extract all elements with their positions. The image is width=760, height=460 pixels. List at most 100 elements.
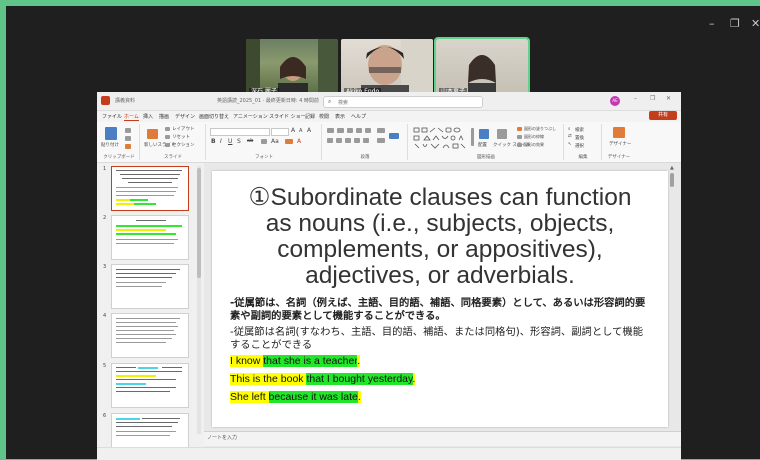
layout-label[interactable]: レイアウト — [172, 126, 195, 132]
tab-insert[interactable]: 挿入 — [143, 113, 153, 120]
font-size-select[interactable] — [271, 128, 289, 136]
reset-label[interactable]: リセット — [172, 134, 190, 140]
participant-tile-2[interactable]: Akiko Endo — [341, 39, 433, 98]
arrange-label[interactable]: 配置 — [478, 142, 487, 148]
font-color-icon[interactable]: A — [297, 138, 301, 145]
thumbnail[interactable] — [111, 363, 189, 408]
shape-effects-label[interactable]: 図形の効果 — [524, 142, 544, 148]
shape-fill-label[interactable]: 図形の塗りつぶし — [524, 126, 556, 132]
editor-scrollbar[interactable]: ▲ — [670, 165, 674, 423]
align-center-icon[interactable] — [336, 138, 342, 143]
tab-animations[interactable]: アニメーション — [233, 113, 268, 120]
char-spacing-icon[interactable] — [261, 139, 267, 144]
shape-fill-icon[interactable] — [517, 127, 522, 131]
thumbnail[interactable] — [111, 264, 189, 309]
example-sentence-2[interactable]: This is the book that I bought yesterday… — [230, 372, 416, 386]
shape-outline-label[interactable]: 図形の枠線 — [524, 134, 544, 140]
example-sentence-3[interactable]: She left because it was late. — [230, 390, 361, 404]
bold-icon[interactable]: B — [211, 138, 216, 145]
line-spacing-icon[interactable] — [365, 128, 371, 133]
smartart-icon[interactable] — [389, 133, 399, 139]
columns-icon[interactable] — [363, 138, 369, 143]
tab-slideshow[interactable]: スライド ショー — [269, 113, 306, 120]
select-label[interactable]: 選択 — [575, 143, 584, 149]
thumbnail[interactable] — [111, 313, 189, 358]
font-name-select[interactable] — [210, 128, 270, 136]
underline-icon[interactable]: U — [228, 138, 232, 145]
shapes-gallery[interactable] — [413, 127, 469, 151]
decrease-indent-icon[interactable] — [347, 128, 353, 133]
align-text-icon[interactable] — [377, 138, 385, 143]
participant-tile-3-active-speaker[interactable]: 山本恵子 — [434, 37, 530, 100]
japanese-translation[interactable]: -従属節は名詞(すなわち、主語、目的語、補語、または同格句)、形容詞、副詞として… — [230, 326, 648, 351]
ppt-maximize-icon[interactable]: ❐ — [650, 95, 655, 102]
format-painter-icon[interactable] — [125, 144, 131, 149]
text-direction-icon[interactable] — [377, 128, 385, 133]
share-button[interactable]: 共有 — [649, 111, 677, 120]
notes-pane[interactable]: ノートを入力 — [204, 431, 681, 446]
italic-icon[interactable]: I — [220, 138, 222, 145]
example-sentence-1[interactable]: I know that she is a teacher. — [230, 354, 361, 368]
cut-icon[interactable] — [125, 128, 131, 133]
replace-icon[interactable]: ⇄ — [568, 134, 572, 139]
quick-styles-icon[interactable] — [497, 129, 507, 139]
paste-label[interactable]: 貼り付け — [101, 142, 119, 148]
justify-icon[interactable] — [354, 138, 360, 143]
arrange-icon[interactable] — [479, 129, 489, 139]
find-icon[interactable]: ⌕ — [568, 126, 571, 132]
change-case-icon[interactable]: Aa — [271, 138, 279, 145]
tab-design[interactable]: デザイン — [175, 113, 195, 120]
current-slide[interactable]: ①Subordinate clauses can function as nou… — [212, 171, 668, 427]
numbering-icon[interactable] — [337, 128, 344, 133]
new-slide-label[interactable]: 新しいスライド — [144, 142, 176, 148]
select-icon[interactable]: ↖ — [568, 142, 572, 147]
maximize-icon[interactable]: ❐ — [730, 18, 740, 30]
participant-tile-1[interactable]: 深石 麗子 — [246, 39, 338, 98]
shapes-scroll[interactable] — [471, 128, 474, 146]
increase-font-icon[interactable]: A — [291, 127, 295, 134]
find-label[interactable]: 検索 — [575, 127, 584, 133]
clear-format-icon[interactable]: A — [307, 127, 311, 134]
avatar[interactable]: AE — [610, 96, 620, 106]
tab-draw[interactable]: 描画 — [159, 113, 169, 120]
ppt-minimize-icon[interactable]: – — [634, 95, 637, 102]
align-right-icon[interactable] — [345, 138, 351, 143]
tab-transitions[interactable]: 画面切り替え — [199, 113, 229, 120]
paste-icon[interactable] — [105, 127, 117, 140]
scrollbar-thumb[interactable] — [197, 168, 201, 278]
scrollbar-thumb[interactable] — [670, 173, 674, 187]
highlight-color-icon[interactable] — [285, 139, 293, 144]
shape-outline-icon[interactable] — [517, 135, 522, 139]
reset-icon[interactable] — [165, 135, 170, 139]
section-label[interactable]: セクション — [172, 142, 195, 148]
tab-file[interactable]: ファイル — [102, 113, 122, 120]
increase-indent-icon[interactable] — [356, 128, 362, 133]
japanese-translation-bold[interactable]: -従属節は、名詞（例えば、主語、目的語、補語、同格要素）として、あるいは形容詞的… — [230, 297, 648, 322]
designer-label[interactable]: デザイナー — [609, 141, 631, 147]
scroll-up-icon[interactable]: ▲ — [670, 165, 674, 171]
search-input[interactable]: ⌕ 検索 — [323, 96, 483, 108]
copy-icon[interactable] — [125, 136, 131, 141]
thumbnail-scrollbar[interactable] — [197, 166, 201, 434]
minimize-icon[interactable]: – — [709, 18, 715, 30]
replace-label[interactable]: 置換 — [575, 135, 584, 141]
thumbnail[interactable] — [111, 166, 189, 211]
thumbnail[interactable] — [111, 215, 189, 260]
layout-icon[interactable] — [165, 127, 170, 131]
designer-icon[interactable] — [613, 127, 625, 138]
tab-home[interactable]: ホーム — [124, 113, 139, 121]
ppt-close-icon[interactable]: ✕ — [666, 95, 671, 102]
close-icon[interactable]: ✕ — [751, 18, 760, 30]
shape-effects-icon[interactable] — [517, 143, 522, 147]
slide-title[interactable]: ①Subordinate clauses can function as nou… — [230, 185, 650, 289]
file-name[interactable]: 英語講読_2025_01 · 最終更新日時: 4 時間前 — [217, 97, 319, 104]
tab-help[interactable]: ヘルプ — [351, 113, 366, 120]
section-icon[interactable] — [165, 143, 170, 147]
align-left-icon[interactable] — [327, 138, 333, 143]
bullets-icon[interactable] — [327, 128, 334, 133]
decrease-font-icon[interactable]: A — [299, 128, 302, 134]
new-slide-icon[interactable] — [147, 129, 158, 139]
tab-review[interactable]: 校閲 — [319, 113, 329, 120]
strikethrough-icon[interactable]: ab — [247, 138, 253, 144]
shadow-icon[interactable]: S — [237, 138, 241, 145]
